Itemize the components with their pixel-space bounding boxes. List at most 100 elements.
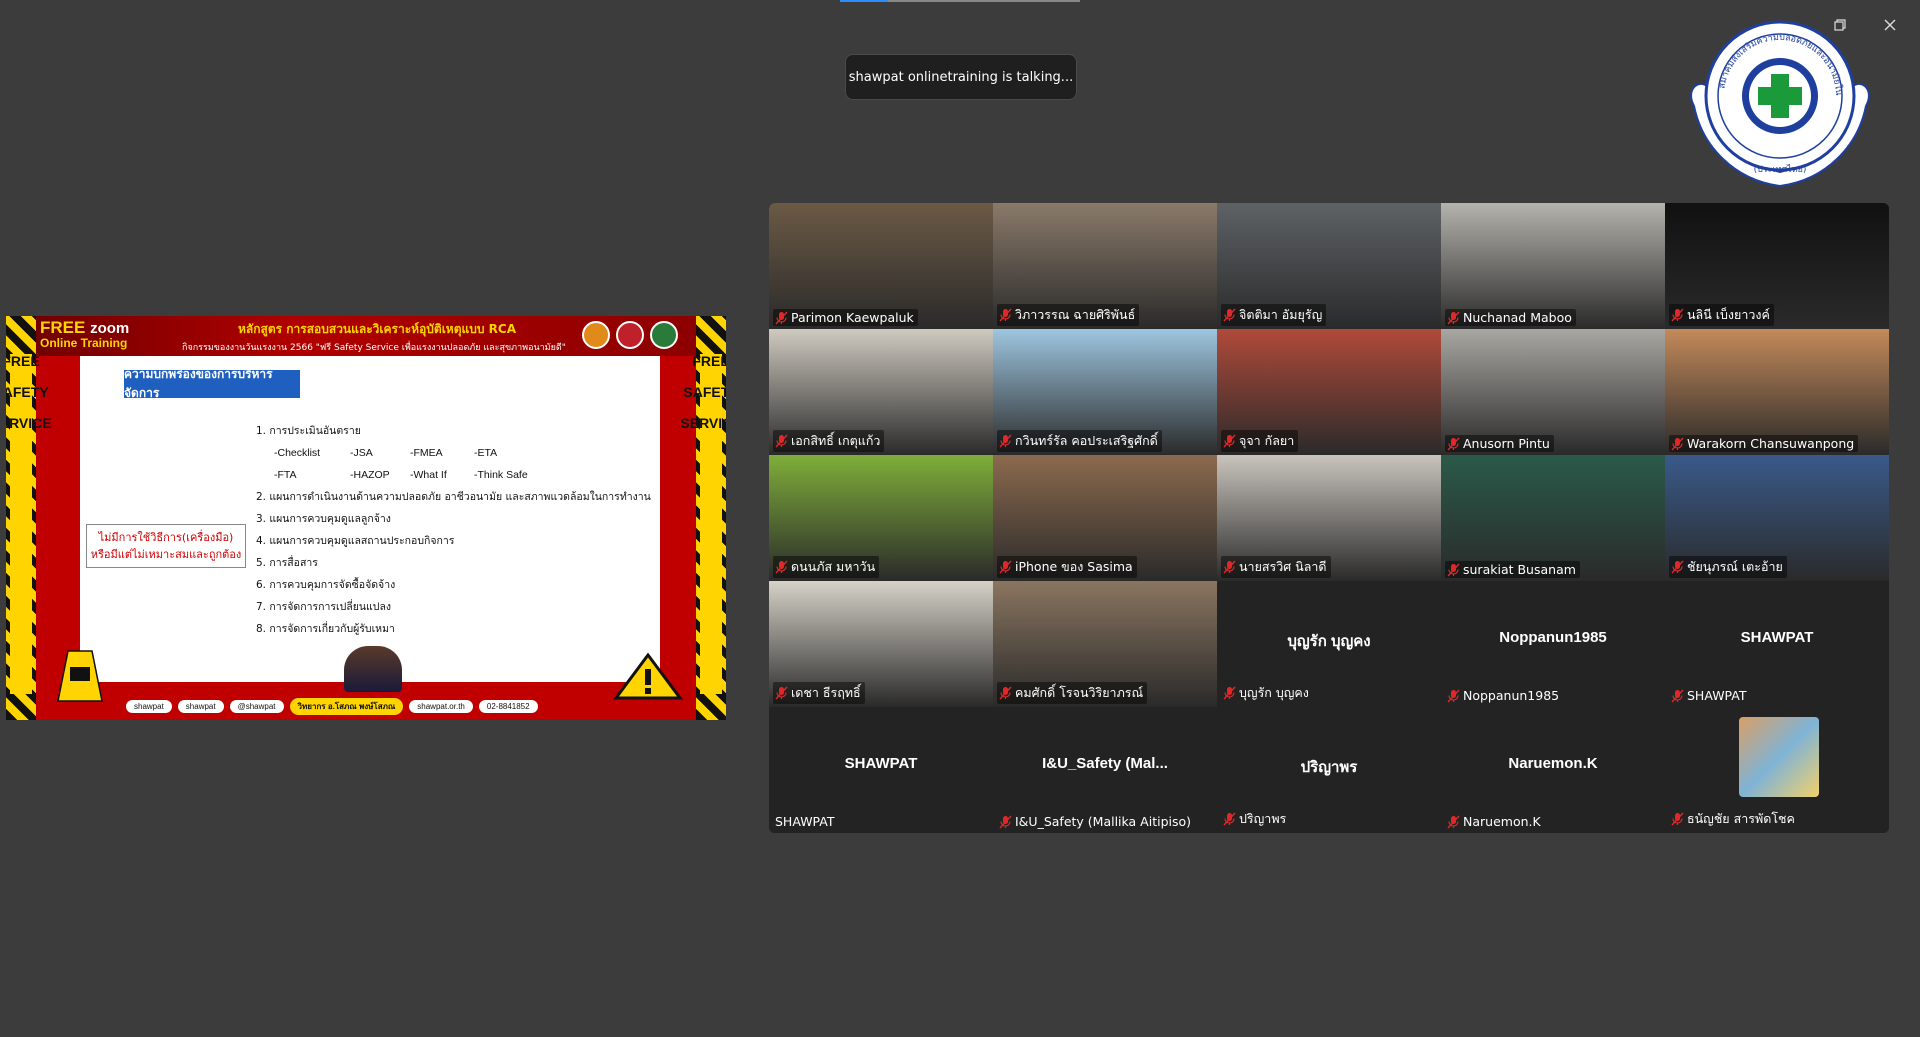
participant-namebar: Warakorn Chansuwanpong <box>1669 435 1859 452</box>
participant-namebar: จุจา กัลยา <box>1221 430 1299 452</box>
participant-tile[interactable]: ธนัญชัย สารพัดโชค <box>1665 707 1889 833</box>
participant-namebar: คมศักดิ์ โรจนวิริยาภรณ์ <box>997 682 1148 704</box>
facebook-label: shawpat <box>126 699 172 713</box>
slide-footer: shawpat shawpat @shawpat วิทยากร อ.โสภณ … <box>126 697 606 715</box>
slide-title: ความบกพร่องของการบริหารจัดการ <box>124 367 300 400</box>
participant-display-name: SHAWPAT <box>1740 629 1814 646</box>
participant-display-name: Naruemon.K <box>1508 755 1598 772</box>
participant-tile[interactable]: ปริญาพร ปริญาพร <box>1217 707 1441 833</box>
participant-namebar: นลินี เบ็งยาวงค์ <box>1669 304 1774 326</box>
list-item: 4. แผนการควบคุมดูแลสถานประกอบกิจการ <box>256 535 455 547</box>
line-label: @shawpat <box>229 699 284 713</box>
participant-tile[interactable]: นลินี เบ็งยาวงค์ <box>1665 203 1889 329</box>
course-subtitle: กิจกรรมของงานวันแรงงาน 2566 "ฟรี Safety … <box>182 343 566 353</box>
participant-display-name: ปริญาพร <box>1300 759 1358 776</box>
note-box: ไม่มีการใช้วิธีการ(เครื่องมือ) หรือมีแต่… <box>86 524 246 568</box>
participant-tile[interactable]: I&U_Safety (Mal... I&U_Safety (Mallika Ai… <box>993 707 1217 833</box>
muted-mic-icon <box>775 434 788 448</box>
management-list: 1. การประเมินอันตราย -Checklist -JSA -FMEA… <box>256 420 651 640</box>
website-label: shawpat.or.th <box>409 699 473 713</box>
participant-tile[interactable]: SHAWPAT SHAWPAT <box>769 707 993 833</box>
participant-tile[interactable]: จุจา กัลยา <box>1217 329 1441 455</box>
participant-tile[interactable]: Naruemon.K Naruemon.K <box>1441 707 1665 833</box>
list-item: 5. การสื่อสาร <box>256 557 318 569</box>
emblems <box>582 321 678 349</box>
list-item: 8. การจัดการเกี่ยวกับผู้รับเหมา <box>256 623 395 635</box>
participant-tile[interactable]: Parimon Kaewpaluk <box>769 203 993 329</box>
participant-tile[interactable]: เอกสิทธิ์ เกตุแก้ว <box>769 329 993 455</box>
participant-display-name: Noppanun1985 <box>1499 629 1607 646</box>
participant-namebar: นายสรวิศ นิลาดี <box>1221 556 1331 578</box>
participant-name: ชัยนุภรณ์ เตะอ้าย <box>1687 559 1783 574</box>
muted-mic-icon <box>1447 689 1460 702</box>
participant-name: Anusorn Pintu <box>1463 436 1550 451</box>
muted-mic-icon <box>1223 308 1236 322</box>
participant-tile[interactable]: คมศักดิ์ โรจนวิริยาภรณ์ <box>993 581 1217 707</box>
participant-tile[interactable]: surakiat Busanam <box>1441 455 1665 581</box>
participant-name: Nuchanad Maboo <box>1463 310 1572 325</box>
participant-namebar: จิตติมา อัมยุรัญ <box>1221 304 1327 326</box>
participant-name: จุจา กัลยา <box>1239 433 1295 448</box>
participant-namebar: Noppanun1985 <box>1445 687 1563 704</box>
participant-name: iPhone ของ Sasima <box>1015 559 1133 574</box>
participant-tile[interactable]: นายสรวิศ นิลาดี <box>1217 455 1441 581</box>
muted-mic-icon <box>1223 686 1236 700</box>
participant-namebar: Anusorn Pintu <box>1445 435 1554 452</box>
muted-mic-icon <box>1671 560 1684 574</box>
participant-name: SHAWPAT <box>775 814 835 829</box>
warning-triangle-icon <box>613 652 683 700</box>
speaker-label: วิทยากร อ.โสภณ พงษ์โสภณ <box>289 697 404 715</box>
participant-tile[interactable]: บุญรัก บุญคง บุญรัก บุญคง <box>1217 581 1441 707</box>
participant-tile[interactable]: SHAWPAT SHAWPAT <box>1665 581 1889 707</box>
association-logo: (ประเทศไทย) สมาคมส่งเสริมความปลอดภัยและอ… <box>1680 14 1870 188</box>
participant-name: Noppanun1985 <box>1463 688 1560 703</box>
muted-mic-icon <box>1223 434 1236 448</box>
participant-display-name: I&U_Safety (Mal... <box>1042 755 1168 772</box>
emblem-3 <box>650 321 678 349</box>
muted-mic-icon <box>1447 311 1460 324</box>
muted-mic-icon <box>775 560 788 574</box>
participant-namebar: surakiat Busanam <box>1445 561 1580 578</box>
participant-name: เอกสิทธิ์ เกตุแก้ว <box>791 433 881 448</box>
participant-tile[interactable]: Anusorn Pintu <box>1441 329 1665 455</box>
participant-tile[interactable]: ดนนภัส มหาวัน <box>769 455 993 581</box>
participant-namebar: Parimon Kaewpaluk <box>773 309 918 326</box>
participant-tile[interactable]: Warakorn Chansuwanpong <box>1665 329 1889 455</box>
participant-tile[interactable]: วิภาวรรณ ฉายศิริพันธ์ <box>993 203 1217 329</box>
participant-name: Warakorn Chansuwanpong <box>1687 436 1855 451</box>
participant-namebar: Nuchanad Maboo <box>1445 309 1576 326</box>
close-icon <box>1884 19 1896 31</box>
participant-tile[interactable]: iPhone ของ Sasima <box>993 455 1217 581</box>
participant-tile[interactable]: Nuchanad Maboo <box>1441 203 1665 329</box>
muted-mic-icon <box>1671 437 1684 450</box>
participant-tile[interactable]: Noppanun1985 Noppanun1985 <box>1441 581 1665 707</box>
participant-tile[interactable]: จิตติมา อัมยุรัญ <box>1217 203 1441 329</box>
svg-text:(ประเทศไทย): (ประเทศไทย) <box>1754 164 1807 175</box>
muted-mic-icon <box>999 686 1012 700</box>
participant-namebar: ดนนภัส มหาวัน <box>773 556 880 578</box>
youtube-label: shawpat <box>177 699 224 713</box>
muted-mic-icon <box>1223 812 1236 826</box>
participant-name: surakiat Busanam <box>1463 562 1576 577</box>
list-item: 6. การควบคุมการจัดซื้อจัดจ้าง <box>256 579 396 591</box>
participant-gallery: Parimon Kaewpaluk วิภาวรรณ ฉายศิริพันธ์ จิ… <box>769 203 1889 833</box>
participant-namebar: SHAWPAT <box>773 813 839 830</box>
muted-mic-icon <box>775 686 788 700</box>
muted-mic-icon <box>999 560 1012 574</box>
muted-mic-icon <box>999 434 1012 448</box>
participant-name: I&U_Safety (Mallika Aitipiso) <box>1015 814 1192 829</box>
list-item: 1. การประเมินอันตราย <box>256 425 361 437</box>
participant-namebar: I&U_Safety (Mallika Aitipiso) <box>997 813 1195 830</box>
participant-display-name: SHAWPAT <box>844 755 918 772</box>
tools-row: -FTA -HAZOP -What If -Think Safe <box>274 469 528 481</box>
left-stripe: FREE SAFETY SERVICE <box>6 316 52 720</box>
participant-tile[interactable]: กวินทร์รัล คอประเสริฐศักดิ์ <box>993 329 1217 455</box>
participant-name: ปริญาพร <box>1239 811 1287 826</box>
shared-screen: FREE zoom Online Training หลักสูตร การสอ… <box>6 316 726 720</box>
slide-content: ความบกพร่องของการบริหารจัดการ 1. การประเ… <box>80 356 660 682</box>
participant-tile[interactable]: ชัยนุภรณ์ เตะอ้าย <box>1665 455 1889 581</box>
muted-mic-icon <box>1447 563 1460 576</box>
participant-tile[interactable]: เดชา ธีรฤทธิ์ <box>769 581 993 707</box>
participant-display-name: บุญรัก บุญคง <box>1287 633 1371 650</box>
participant-namebar: ชัยนุภรณ์ เตะอ้าย <box>1669 556 1787 578</box>
